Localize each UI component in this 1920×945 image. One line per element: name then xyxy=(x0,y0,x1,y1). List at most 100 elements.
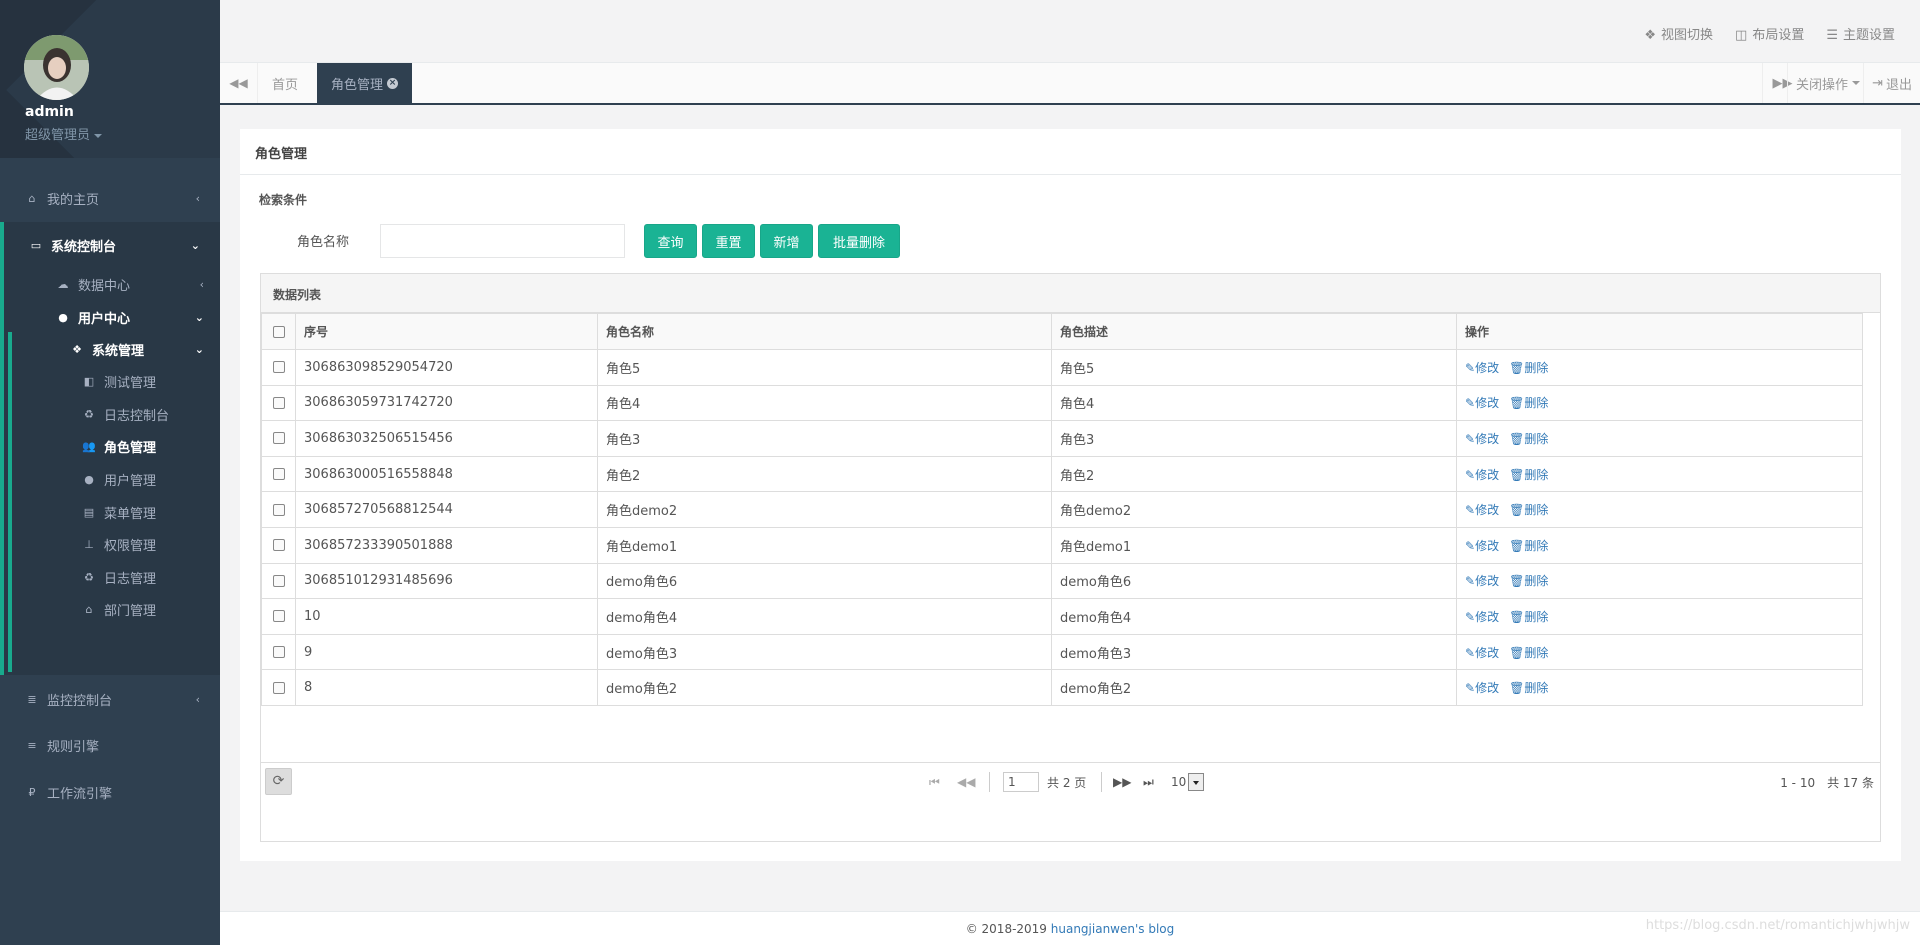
tab-scroll-left-button[interactable]: ◀◀ xyxy=(220,63,258,103)
cell-role-desc: 角色2 xyxy=(1051,455,1457,493)
sidebar-item-monitor-console[interactable]: ≣ 监控控制台 ‹ xyxy=(0,676,220,722)
edit-link[interactable]: ✎修改 xyxy=(1465,432,1499,446)
logout-button[interactable]: ⇥ 退出 xyxy=(1863,63,1920,103)
sidebar-item-log-manage[interactable]: ♻ 日志管理 xyxy=(82,562,156,592)
edit-link[interactable]: ✎修改 xyxy=(1465,646,1499,660)
row-checkbox[interactable] xyxy=(272,646,285,659)
row-checkbox[interactable] xyxy=(272,503,285,516)
sidebar-item-menu-manage[interactable]: ▤ 菜单管理 xyxy=(82,497,156,527)
edit-link[interactable]: ✎修改 xyxy=(1465,396,1499,410)
close-icon[interactable]: × xyxy=(387,77,399,89)
recycle-icon: ♻ xyxy=(84,570,94,584)
delete-link[interactable]: 🗑删除 xyxy=(1509,396,1548,410)
sidebar-item-home[interactable]: ⌂ 我的主页 ‹ xyxy=(0,175,220,221)
cell-role-name: 角色demo2 xyxy=(597,491,1052,528)
first-page-button[interactable]: ⏮ xyxy=(929,775,940,790)
sidebar-item-data-center[interactable]: ☁ 数据中心 ‹ xyxy=(56,269,216,299)
delete-link[interactable]: 🗑删除 xyxy=(1509,503,1548,517)
cell-role-desc: demo角色2 xyxy=(1051,669,1457,706)
view-switch-label: 视图切换 xyxy=(1661,28,1714,43)
test-icon: ◧ xyxy=(83,374,95,388)
edit-link[interactable]: ✎修改 xyxy=(1465,681,1499,695)
column-header-id[interactable]: 序号 xyxy=(295,313,598,350)
edit-link[interactable]: ✎修改 xyxy=(1465,361,1499,375)
edit-link[interactable]: ✎修改 xyxy=(1465,539,1499,553)
edit-icon: ✎ xyxy=(1465,503,1476,518)
sidebar-item-workflow-engine[interactable]: ₽ 工作流引擎 xyxy=(0,769,220,815)
table-row[interactable]: 10 demo角色4 demo角色4 ✎修改 🗑删除 xyxy=(261,598,1863,635)
profile-card: admin 超级管理员 xyxy=(0,0,220,158)
table-row[interactable]: 306851012931485696 demo角色6 demo角色6 ✎修改 🗑删除 xyxy=(261,562,1863,600)
layout-settings-link[interactable]: ◫ 布局设置 xyxy=(1735,24,1804,43)
edit-link[interactable]: ✎修改 xyxy=(1465,610,1499,624)
delete-link[interactable]: 🗑删除 xyxy=(1509,361,1548,375)
cell-role-name: 角色demo1 xyxy=(597,526,1052,564)
edit-label: 修改 xyxy=(1475,538,1500,553)
delete-link[interactable]: 🗑删除 xyxy=(1509,432,1548,446)
query-button[interactable]: 查询 xyxy=(644,224,697,258)
footer-link[interactable]: huangjianwen's blog xyxy=(1051,922,1175,936)
refresh-button[interactable]: ⟳ xyxy=(265,768,292,795)
role-name-input[interactable] xyxy=(380,224,625,258)
table-row[interactable]: 306857270568812544 角色demo2 角色demo2 ✎修改 🗑删除 xyxy=(261,491,1863,528)
delete-link[interactable]: 🗑删除 xyxy=(1509,539,1548,553)
sidebar-item-label: 用户管理 xyxy=(104,473,157,489)
last-page-button[interactable]: ⏭ xyxy=(1143,775,1154,790)
cell-role-name: demo角色4 xyxy=(597,598,1052,635)
delete-link[interactable]: 🗑删除 xyxy=(1509,610,1548,624)
edit-link[interactable]: ✎修改 xyxy=(1465,503,1499,517)
sidebar-item-role-manage[interactable]: 👥 角色管理 xyxy=(82,431,156,461)
next-page-button[interactable]: ▶▶ xyxy=(1113,775,1131,789)
table-row[interactable]: 306863000516558848 角色2 角色2 ✎修改 🗑删除 xyxy=(261,455,1863,493)
row-checkbox[interactable] xyxy=(272,361,285,374)
sidebar-item-rule-engine[interactable]: ≡ 规则引擎 xyxy=(0,722,220,768)
page-size-select[interactable]: 10 xyxy=(1171,772,1205,792)
reset-button[interactable]: 重置 xyxy=(702,224,755,258)
prev-page-button[interactable]: ◀◀ xyxy=(957,775,975,789)
row-checkbox[interactable] xyxy=(272,468,285,481)
main-panel: 角色管理 检索条件 角色名称 查询 重置 新增 批量删除 数据列表 序号 角色名… xyxy=(240,129,1901,861)
row-checkbox[interactable] xyxy=(272,681,285,694)
sidebar-item-user-manage[interactable]: ● 用户管理 xyxy=(82,464,156,494)
delete-link[interactable]: 🗑删除 xyxy=(1509,574,1548,588)
table-row[interactable]: 9 demo角色3 demo角色3 ✎修改 🗑删除 xyxy=(261,633,1863,671)
select-all-checkbox[interactable] xyxy=(272,326,285,338)
view-switch-link[interactable]: ❖ 视图切换 xyxy=(1644,24,1713,43)
row-checkbox[interactable] xyxy=(272,396,285,409)
tab-home[interactable]: 首页 xyxy=(258,63,312,103)
edit-link[interactable]: ✎修改 xyxy=(1465,468,1499,482)
sidebar-item-user-center[interactable]: ● 用户中心 ⌄ xyxy=(56,302,216,332)
table-row[interactable]: 306863059731742720 角色4 角色4 ✎修改 🗑删除 xyxy=(261,384,1863,422)
theme-settings-link[interactable]: ☰ 主题设置 xyxy=(1826,24,1895,43)
add-button[interactable]: 新增 xyxy=(760,224,813,258)
table-row[interactable]: 306863098529054720 角色5 角色5 ✎修改 🗑删除 xyxy=(261,349,1863,386)
row-checkbox[interactable] xyxy=(272,539,285,552)
column-header-role-name[interactable]: 角色名称 xyxy=(597,313,1052,350)
row-checkbox[interactable] xyxy=(272,610,285,623)
table-row[interactable]: 306863032506515456 角色3 角色3 ✎修改 🗑删除 xyxy=(261,420,1863,457)
edit-icon: ✎ xyxy=(1465,574,1476,589)
batch-delete-button[interactable]: 批量删除 xyxy=(818,224,900,258)
delete-link[interactable]: 🗑删除 xyxy=(1509,681,1548,695)
table-row[interactable]: 8 demo角色2 demo角色2 ✎修改 🗑删除 xyxy=(261,669,1863,706)
sidebar-item-test-manage[interactable]: ◧ 测试管理 xyxy=(82,366,156,396)
profile-role-dropdown[interactable]: 超级管理员 xyxy=(25,124,103,143)
page-number-input[interactable] xyxy=(1003,772,1039,792)
sidebar: admin 超级管理员 ⌂ 我的主页 ‹ ▭ 系统控制台 ⌄ ☁ 数据中心 ‹ … xyxy=(0,0,220,945)
table-row[interactable]: 306857233390501888 角色demo1 角色demo1 ✎修改 🗑删除 xyxy=(261,526,1863,564)
sidebar-item-dept-manage[interactable]: ⌂ 部门管理 xyxy=(82,594,157,624)
row-checkbox[interactable] xyxy=(272,432,285,445)
tab-role-manage[interactable]: 角色管理 × xyxy=(317,63,413,103)
column-header-role-desc[interactable]: 角色描述 xyxy=(1051,313,1457,350)
copyright-text: © 2018-2019 xyxy=(965,922,1051,936)
sidebar-item-permission-manage[interactable]: ⊥ 权限管理 xyxy=(82,529,156,559)
delete-link[interactable]: 🗑删除 xyxy=(1509,468,1548,482)
row-checkbox[interactable] xyxy=(272,574,285,587)
sidebar-item-log-console[interactable]: ♻ 日志控制台 xyxy=(82,399,169,429)
edit-link[interactable]: ✎修改 xyxy=(1465,574,1499,588)
delete-link[interactable]: 🗑删除 xyxy=(1509,646,1548,660)
close-operations-dropdown[interactable]: 关闭操作 xyxy=(1786,63,1868,103)
avatar[interactable] xyxy=(24,35,89,100)
sidebar-item-system-console[interactable]: ▭ 系统控制台 ⌄ xyxy=(4,222,224,268)
sidebar-item-system-manage[interactable]: ❖ 系统管理 ⌄ xyxy=(70,334,216,364)
